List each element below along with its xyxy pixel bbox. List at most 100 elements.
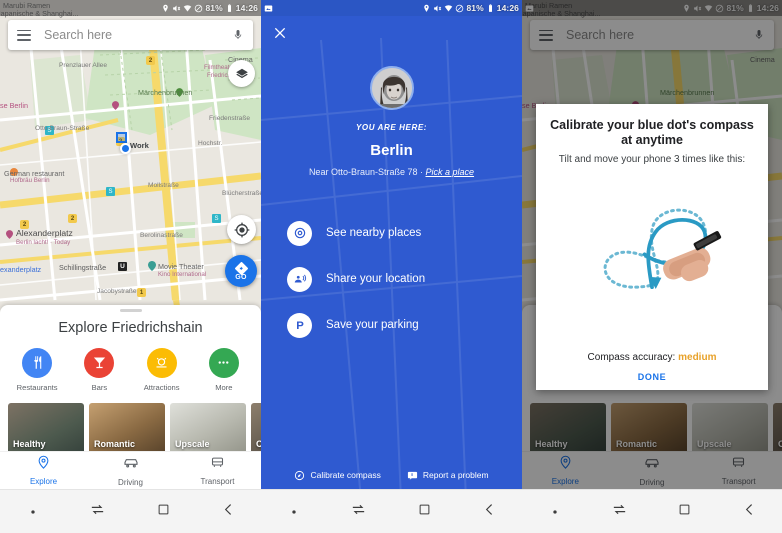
battery-icon [486, 3, 495, 13]
status-bar: 81% 14:26 [261, 0, 522, 16]
nav-tab-explore[interactable]: Explore [0, 452, 87, 489]
footer-report-a-problem[interactable]: Report a problem [407, 470, 489, 481]
near-address-line: Near Otto-Braun-Straße 78 · Pick a place [261, 167, 522, 177]
separator-dot: · [420, 167, 423, 177]
category-restaurants[interactable]: Restaurants [10, 347, 64, 392]
dialog-subtitle: Tilt and move your phone 3 times like th… [558, 154, 746, 165]
category-more[interactable]: More [197, 347, 251, 392]
transit-icon-2[interactable]: S [106, 187, 115, 196]
dot-icon [29, 503, 37, 521]
place-target-icon [287, 220, 312, 246]
android-navigation-bar [261, 489, 522, 533]
transit-icon-3[interactable]: S [212, 214, 221, 223]
category-row: Restaurants Bars Attractions More [0, 347, 261, 392]
avatar-container[interactable] [261, 66, 522, 110]
compass-calibration-dialog: Calibrate your blue dot's compass at any… [536, 104, 768, 390]
nav-tab-driving[interactable]: Driving [87, 452, 174, 489]
poi-dot-restaurant[interactable] [10, 168, 18, 176]
pick-a-place-link[interactable]: Pick a place [426, 167, 475, 177]
dot-icon [551, 503, 559, 521]
more-dots-icon [208, 347, 239, 378]
action-share-your-location[interactable]: Share your location [287, 256, 502, 302]
category-label: Bars [91, 382, 108, 392]
category-label: Attractions [143, 382, 180, 392]
map-layers-button[interactable] [228, 60, 255, 87]
clock: 14:26 [496, 3, 519, 13]
hamburger-menu-icon[interactable] [17, 29, 31, 41]
action-list: See nearby places Share your location P Sav… [287, 210, 502, 348]
search-input[interactable]: Search here [44, 28, 232, 42]
dot-button[interactable] [0, 503, 65, 521]
location-icon [161, 4, 170, 13]
back-arrow-button[interactable] [457, 501, 522, 523]
home-square-button[interactable] [652, 502, 717, 522]
accuracy-value: medium [678, 352, 717, 363]
search-bar[interactable]: Search here [8, 20, 253, 50]
home-square-icon [417, 502, 432, 522]
panel-you-are-here: YOU ARE HERE: Berlin Near Otto-Braun-Str… [261, 0, 522, 533]
motion-illustration-svg [603, 208, 722, 289]
do-not-disturb-icon [455, 4, 464, 13]
back-arrow-button[interactable] [717, 501, 782, 523]
my-location-button[interactable] [227, 215, 256, 244]
u-bahn-icon[interactable]: U [118, 262, 127, 271]
back-arrow-button[interactable] [196, 501, 261, 523]
compass-icon [294, 470, 305, 481]
recents-swap-button[interactable] [65, 501, 130, 523]
screenshot-triptych: 2 2 2 2 1 S S S U Work Prenzlauer Allee … [0, 0, 782, 533]
footer-calibrate-compass[interactable]: Calibrate compass [294, 470, 381, 481]
go-directions-button[interactable]: GO [225, 255, 257, 287]
action-label: See nearby places [326, 227, 422, 239]
android-navigation-bar [0, 489, 261, 533]
action-label: Share your location [326, 273, 426, 285]
parking-p-icon: P [287, 312, 312, 338]
share-location-icon [287, 266, 312, 292]
dot-button[interactable] [522, 503, 587, 521]
category-bars[interactable]: Bars [72, 347, 126, 392]
user-avatar[interactable] [369, 66, 414, 110]
poi-pin-park[interactable] [176, 84, 183, 97]
home-square-button[interactable] [392, 502, 457, 522]
current-city: Berlin [370, 142, 413, 159]
category-label: Restaurants [16, 382, 58, 392]
panel-map-explore: 2 2 2 2 1 S S S U Work Prenzlauer Allee … [0, 0, 261, 533]
dot-button[interactable] [261, 503, 326, 521]
transit-icon-1[interactable]: S [45, 126, 54, 135]
sheet-drag-handle[interactable] [119, 309, 142, 312]
action-see-nearby-places[interactable]: See nearby places [287, 210, 502, 256]
poi-pin-berlin[interactable] [112, 97, 119, 110]
mute-icon [433, 4, 442, 13]
wifi-icon [183, 4, 192, 13]
poi-pin-alexanderplatz[interactable] [6, 226, 13, 239]
close-button[interactable] [272, 25, 288, 41]
work-marker-square [116, 132, 127, 143]
nav-tab-transport[interactable]: Transport [174, 452, 261, 489]
done-button[interactable]: DONE [548, 372, 756, 382]
recents-swap-button[interactable] [326, 501, 391, 523]
report-problem-icon [407, 470, 418, 481]
compass-accuracy-row: Compass accuracy: medium [548, 352, 756, 363]
home-square-button[interactable] [131, 502, 196, 522]
bottom-navigation: Explore Driving Transport [0, 451, 261, 489]
back-arrow-icon [481, 501, 498, 523]
mute-icon [172, 4, 181, 13]
location-icon [422, 4, 431, 13]
explore-pin-icon [36, 455, 51, 475]
bar-cocktail-icon [84, 347, 115, 378]
status-bar-left [264, 4, 422, 13]
poi-pin-movie-theater[interactable] [148, 258, 156, 271]
status-bar-right: 81% 14:26 [161, 3, 258, 13]
battery-percent: 81% [205, 3, 223, 13]
nav-tab-label: Explore [29, 477, 58, 486]
status-bar-right: 81% 14:26 [422, 3, 519, 13]
action-save-your-parking[interactable]: P Save your parking [287, 302, 502, 348]
category-attractions[interactable]: Attractions [135, 347, 189, 392]
nav-tab-label: Driving [118, 477, 143, 487]
battery-icon [225, 3, 234, 13]
recents-swap-icon [89, 501, 106, 523]
explore-title: Explore Friedrichshain [58, 319, 203, 336]
recents-swap-button[interactable] [587, 501, 652, 523]
dot-icon [290, 503, 298, 521]
microphone-icon[interactable] [232, 27, 244, 43]
my-location-icon [234, 222, 249, 237]
